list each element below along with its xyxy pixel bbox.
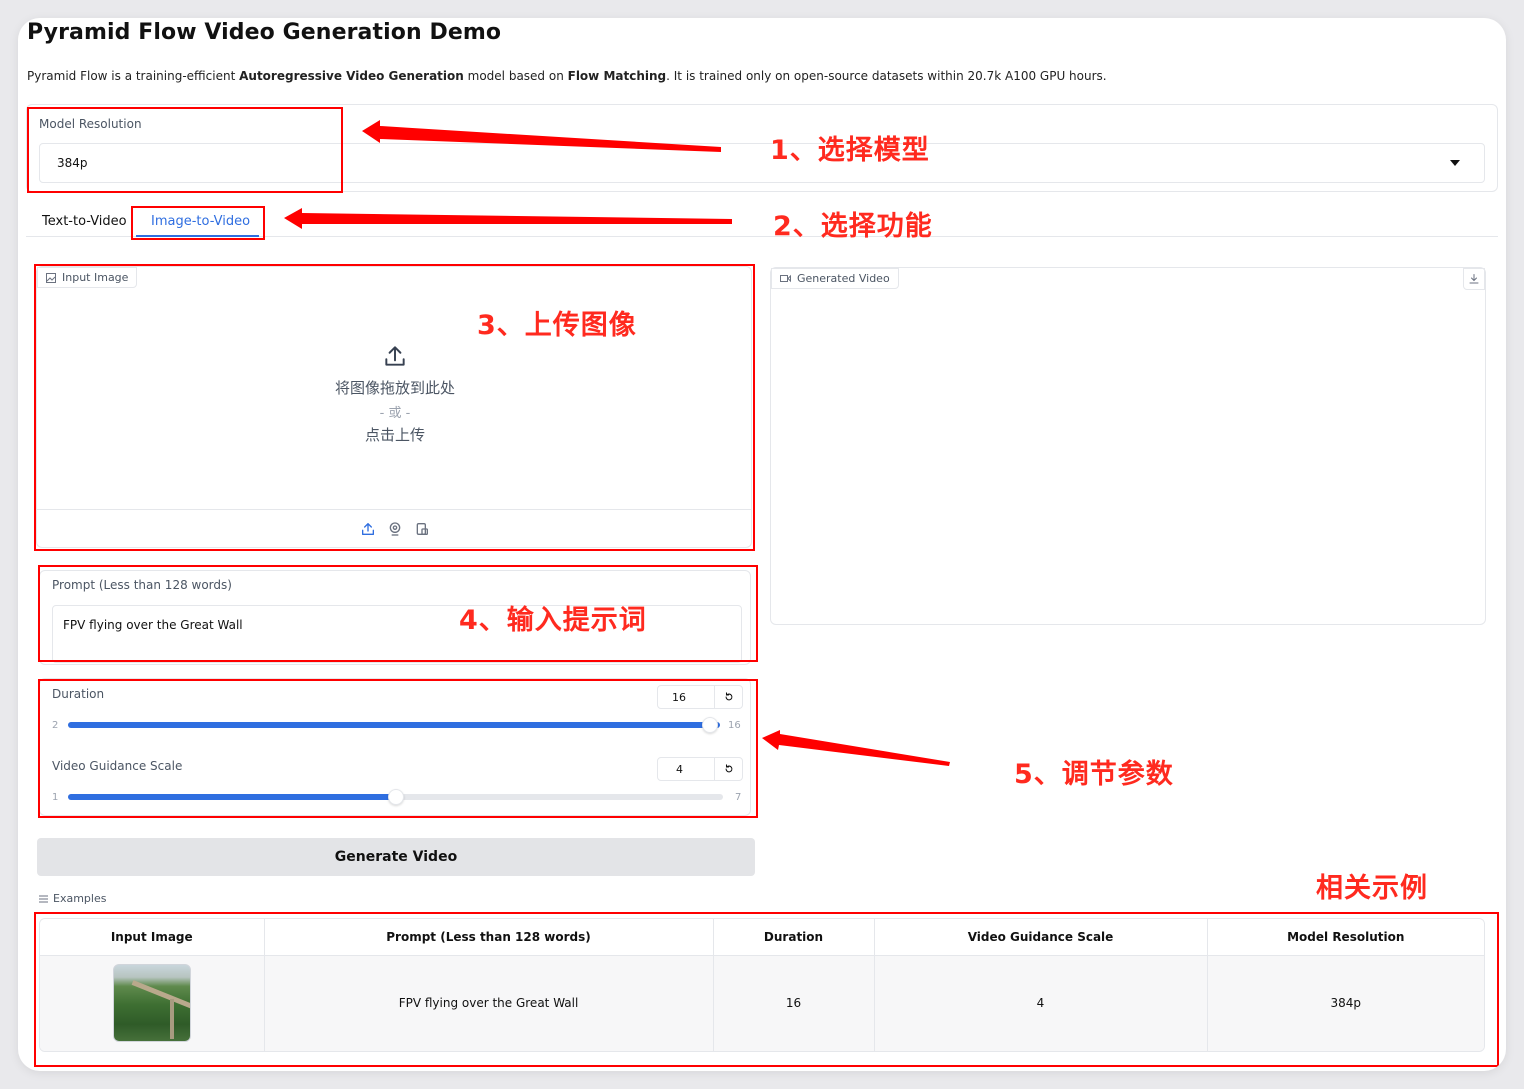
annotation-upload-image: 3、上传图像 [477, 310, 637, 341]
annotation-examples: 相关示例 [1316, 873, 1428, 904]
arrow-tabs [284, 208, 732, 229]
annotation-select-model: 1、选择模型 [770, 135, 930, 166]
arrow-model [362, 120, 721, 152]
annotation-select-function: 2、选择功能 [773, 211, 933, 242]
arrow-params [762, 730, 950, 766]
annotation-arrows [284, 120, 950, 766]
annotation-enter-prompt: 4、输入提示词 [459, 605, 647, 636]
annotation-adjust-params: 5、调节参数 [1014, 759, 1174, 790]
app-window: Pyramid Flow Video Generation Demo Pyram… [18, 18, 1506, 1071]
